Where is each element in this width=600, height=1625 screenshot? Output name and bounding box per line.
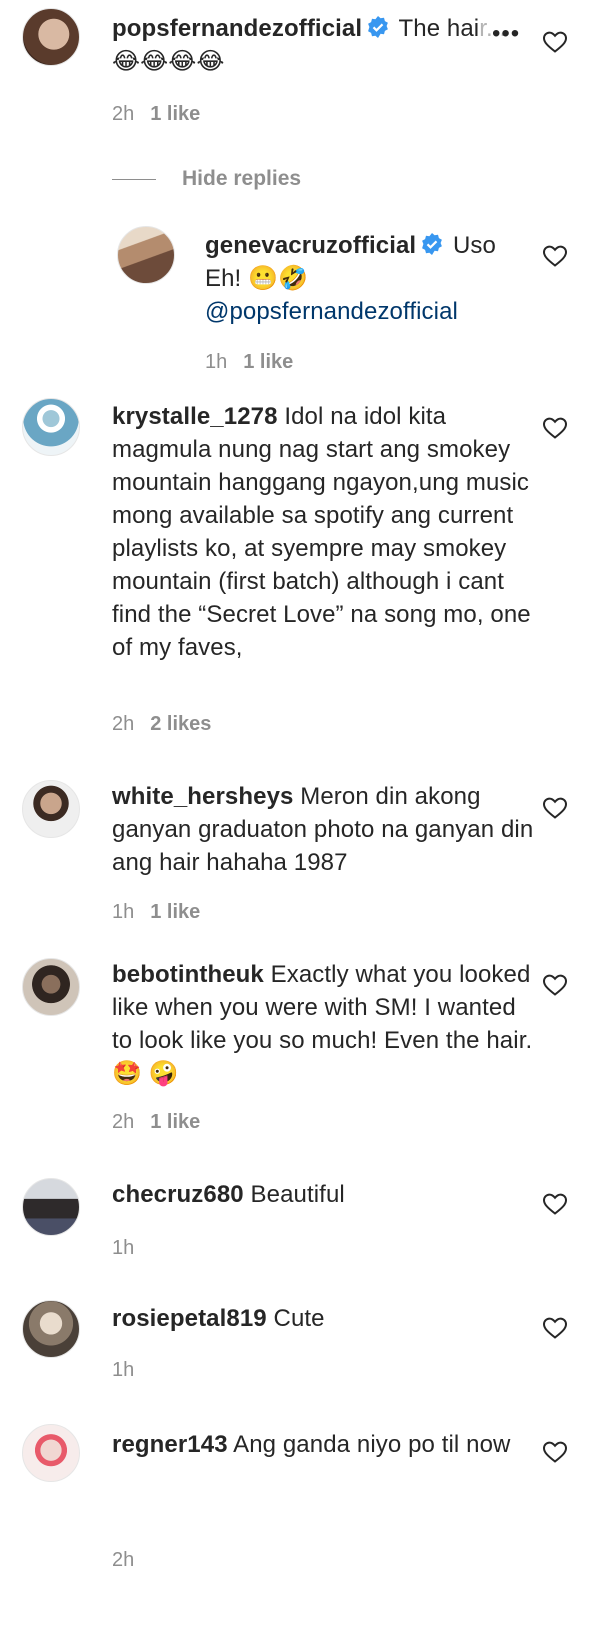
comment-time: 2h [112,1111,135,1133]
comment-body: rosiepetal819 Cute [112,1302,542,1335]
comment-body: white_hersheys Meron din akong ganyan gr… [112,780,542,879]
heart-outline-icon[interactable] [542,416,568,440]
comment-likes[interactable]: 1 like [150,901,200,923]
comment-likes[interactable]: 1 like [150,1111,200,1133]
comment-time: 1h [205,351,228,373]
hide-replies-label: Hide replies [182,167,302,190]
avatar[interactable] [22,958,80,1016]
heart-outline-icon[interactable] [542,30,568,54]
comment-likes[interactable]: 1 like [150,103,200,125]
comment-username[interactable]: popsfernandezofficial [112,15,362,42]
comment-meta: 1h 1 like [205,350,293,374]
comment-username[interactable]: genevacruzofficial [205,232,416,259]
comment-time: 1h [112,901,135,923]
comment-meta: 2h 1 like [112,1110,200,1134]
comment-text: Ang ganda niyo po til now [233,1431,511,1458]
comment-body: bebotintheuk Exactly what you looked lik… [112,958,542,1090]
hide-replies-button[interactable]: Hide replies [112,165,412,195]
comment-meta: 2h 1 like [112,102,200,126]
avatar[interactable] [22,398,80,456]
comment-username[interactable]: krystalle_1278 [112,403,278,430]
comment-meta: 1h [112,1236,134,1260]
comment-meta: 2h [112,1548,134,1572]
comment-username[interactable]: rosiepetal819 [112,1305,267,1332]
comment-time: 1h [112,1237,135,1259]
mention-link[interactable]: @popsfernandezofficial [205,298,458,325]
avatar[interactable] [22,1424,80,1482]
comment-emoji-line: 😂😂😂😂 [112,48,225,75]
comment-text: Idol na idol kita magmula nung nag start… [112,403,531,661]
avatar[interactable] [22,8,80,66]
comment-meta: 2h 2 likes [112,712,211,736]
comment-username[interactable]: white_hersheys [112,783,293,810]
heart-outline-icon[interactable] [542,244,568,268]
verified-badge-icon [422,233,443,255]
comment-meta: 1h 1 like [112,900,200,924]
comment-text: Beautiful [250,1181,345,1208]
heart-outline-icon[interactable] [542,796,568,820]
comment-meta: 1h [112,1358,134,1382]
comment-username[interactable]: regner143 [112,1431,228,1458]
avatar[interactable] [22,1300,80,1358]
comment-body: regner143 Ang ganda niyo po til now [112,1428,542,1461]
comment-body: checruz680 Beautiful [112,1178,542,1211]
comment-username[interactable]: checruz680 [112,1181,244,1208]
comment-body: genevacruzofficial Uso Eh! 😬🤣 @popsferna… [205,229,515,328]
comment-likes[interactable]: 1 like [243,351,293,373]
avatar[interactable] [117,226,175,284]
comment-body: popsfernandezofficial The hair... 😂😂😂😂 [112,12,542,78]
heart-outline-icon[interactable] [542,1316,568,1340]
heart-outline-icon[interactable] [542,973,568,997]
comment-time: 2h [112,103,135,125]
avatar[interactable] [22,1178,80,1236]
comment-body: krystalle_1278 Idol na idol kita magmula… [112,400,542,664]
more-options-icon[interactable]: ••• [492,20,520,48]
heart-outline-icon[interactable] [542,1440,568,1464]
comment-text: Cute [273,1305,325,1332]
verified-badge-icon [368,16,389,38]
comment-likes[interactable]: 2 likes [150,713,211,735]
comment-time: 2h [112,1549,135,1571]
comment-time: 2h [112,713,135,735]
comment-username[interactable]: bebotintheuk [112,961,264,988]
divider [112,179,156,180]
comment-time: 1h [112,1359,135,1381]
comment-text: The hai [398,15,480,42]
avatar[interactable] [22,780,80,838]
heart-outline-icon[interactable] [542,1192,568,1216]
